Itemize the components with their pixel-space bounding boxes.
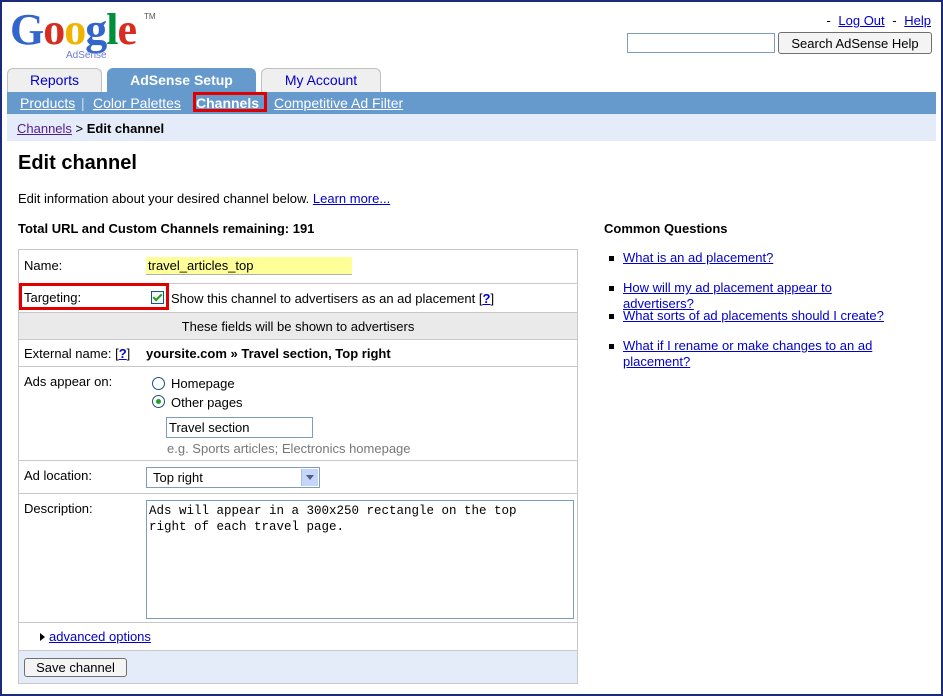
- question-link[interactable]: What if I rename or make changes to an a…: [623, 338, 883, 370]
- name-label: Name:: [24, 258, 63, 273]
- tab-adsense-setup[interactable]: AdSense Setup: [107, 68, 256, 92]
- subnav-competitive-ad-filter[interactable]: Competitive Ad Filter: [274, 95, 403, 111]
- channels-highlight-box: [193, 92, 267, 112]
- radio-other-pages[interactable]: [152, 395, 165, 408]
- ad-location-value: Top right: [153, 470, 203, 485]
- targeting-row: Targeting: Show this channel to advertis…: [19, 283, 577, 313]
- channels-remaining: Total URL and Custom Channels remaining:…: [18, 221, 315, 236]
- question-item: What sorts of ad placements should I cre…: [609, 308, 909, 326]
- radio-homepage-label: Homepage: [171, 376, 235, 391]
- ad-location-label: Ad location:: [24, 468, 92, 483]
- google-adsense-logo[interactable]: Google TM AdSense: [10, 8, 156, 63]
- common-questions-title: Common Questions: [604, 221, 728, 236]
- subnav-color-palettes[interactable]: Color Palettes: [93, 95, 181, 111]
- logo-letter: e: [117, 5, 137, 54]
- edit-channel-form: Name: Targeting: Show this channel to ad…: [18, 249, 578, 684]
- bullet-icon: [609, 344, 614, 349]
- logo-tm: TM: [144, 12, 156, 21]
- intro-sentence: Edit information about your desired chan…: [18, 191, 310, 206]
- other-pages-example: e.g. Sports articles; Electronics homepa…: [167, 441, 411, 456]
- breadcrumb-current: Edit channel: [86, 121, 165, 136]
- description-textarea[interactable]: Ads will appear in a 300x250 rectangle o…: [146, 500, 574, 619]
- advanced-options-link[interactable]: advanced options: [49, 629, 151, 644]
- save-channel-button[interactable]: Save channel: [24, 658, 127, 677]
- intro-text: Edit information about your desired chan…: [18, 191, 390, 206]
- logo-letter: l: [106, 5, 118, 54]
- logo-letter: G: [10, 5, 44, 54]
- breadcrumb-separator: >: [71, 121, 87, 136]
- external-name-label: External name:: [24, 346, 112, 361]
- external-name-value: yoursite.com » Travel section, Top right: [146, 346, 391, 361]
- help-bracket: ]: [126, 346, 131, 361]
- bullet-icon: [609, 314, 614, 319]
- logo-subtitle: AdSense: [66, 50, 107, 61]
- question-link[interactable]: What sorts of ad placements should I cre…: [623, 308, 903, 324]
- logo-letter: o: [64, 5, 86, 54]
- ads-appear-row: Ads appear on: Homepage Other pages Trav…: [19, 367, 577, 461]
- targeting-text: Show this channel to advertisers as an a…: [171, 291, 494, 306]
- search-help-button[interactable]: Search AdSense Help: [778, 32, 932, 54]
- help-search-input[interactable]: [627, 33, 775, 53]
- external-name-row: External name: [?] yoursite.com » Travel…: [19, 340, 577, 367]
- ad-location-row: Ad location: Top right: [19, 461, 577, 494]
- question-link[interactable]: What is an ad placement?: [623, 250, 903, 266]
- help-bracket: ]: [490, 291, 495, 306]
- subnav-products[interactable]: Products: [20, 95, 75, 111]
- advanced-options-row: advanced options: [19, 623, 577, 651]
- description-row: Description: Ads will appear in a 300x25…: [19, 494, 577, 623]
- link-separator: -: [892, 13, 897, 28]
- other-pages-input[interactable]: Travel section: [166, 417, 313, 438]
- targeting-checkbox[interactable]: [151, 291, 164, 304]
- radio-homepage[interactable]: [152, 377, 165, 390]
- radio-other-pages-label: Other pages: [171, 395, 243, 410]
- name-row: Name:: [19, 250, 577, 284]
- advertiser-fields-note-row: These fields will be shown to advertiser…: [19, 313, 577, 340]
- setup-subnav: Products | Color Palettes Channels Compe…: [7, 92, 936, 114]
- question-item: What if I rename or make changes to an a…: [609, 338, 909, 372]
- advanced-options-toggle[interactable]: advanced options: [40, 629, 151, 644]
- help-link[interactable]: Help: [904, 13, 931, 28]
- logo-letter: o: [43, 5, 65, 54]
- top-links: - Log Out - Help: [826, 13, 931, 28]
- bullet-icon: [609, 256, 614, 261]
- tab-reports[interactable]: Reports: [7, 68, 102, 92]
- subnav-separator: |: [81, 95, 85, 111]
- dash-separator: -: [826, 13, 831, 28]
- targeting-description: Show this channel to advertisers as an a…: [171, 291, 476, 306]
- expand-triangle-icon: [40, 633, 45, 641]
- logo-word: Google: [10, 8, 150, 52]
- logo-letter: g: [85, 5, 107, 54]
- channel-name-input[interactable]: [146, 257, 352, 275]
- question-item: How will my ad placement appear to adver…: [609, 280, 909, 311]
- breadcrumb-channels-link[interactable]: Channels: [17, 121, 72, 136]
- description-label: Description:: [24, 501, 93, 516]
- ads-appear-label: Ads appear on:: [24, 374, 113, 389]
- ad-location-select[interactable]: Top right: [146, 467, 320, 488]
- question-item: What is an ad placement?: [609, 250, 909, 268]
- breadcrumb: Channels > Edit channel: [17, 121, 164, 136]
- breadcrumb-bar: Channels > Edit channel: [7, 114, 936, 141]
- chevron-down-icon[interactable]: [301, 469, 318, 486]
- logout-link[interactable]: Log Out: [838, 13, 884, 28]
- page-title: Edit channel: [18, 152, 137, 174]
- targeting-label: Targeting:: [24, 290, 82, 305]
- learn-more-link[interactable]: Learn more...: [313, 191, 390, 206]
- external-name-help-link[interactable]: ?: [119, 346, 127, 361]
- save-row: Save channel: [19, 651, 577, 683]
- tab-my-account[interactable]: My Account: [261, 68, 381, 92]
- advertiser-fields-note: These fields will be shown to advertiser…: [181, 319, 415, 334]
- external-name-label-group: External name: [?]: [24, 346, 130, 361]
- bullet-icon: [609, 286, 614, 291]
